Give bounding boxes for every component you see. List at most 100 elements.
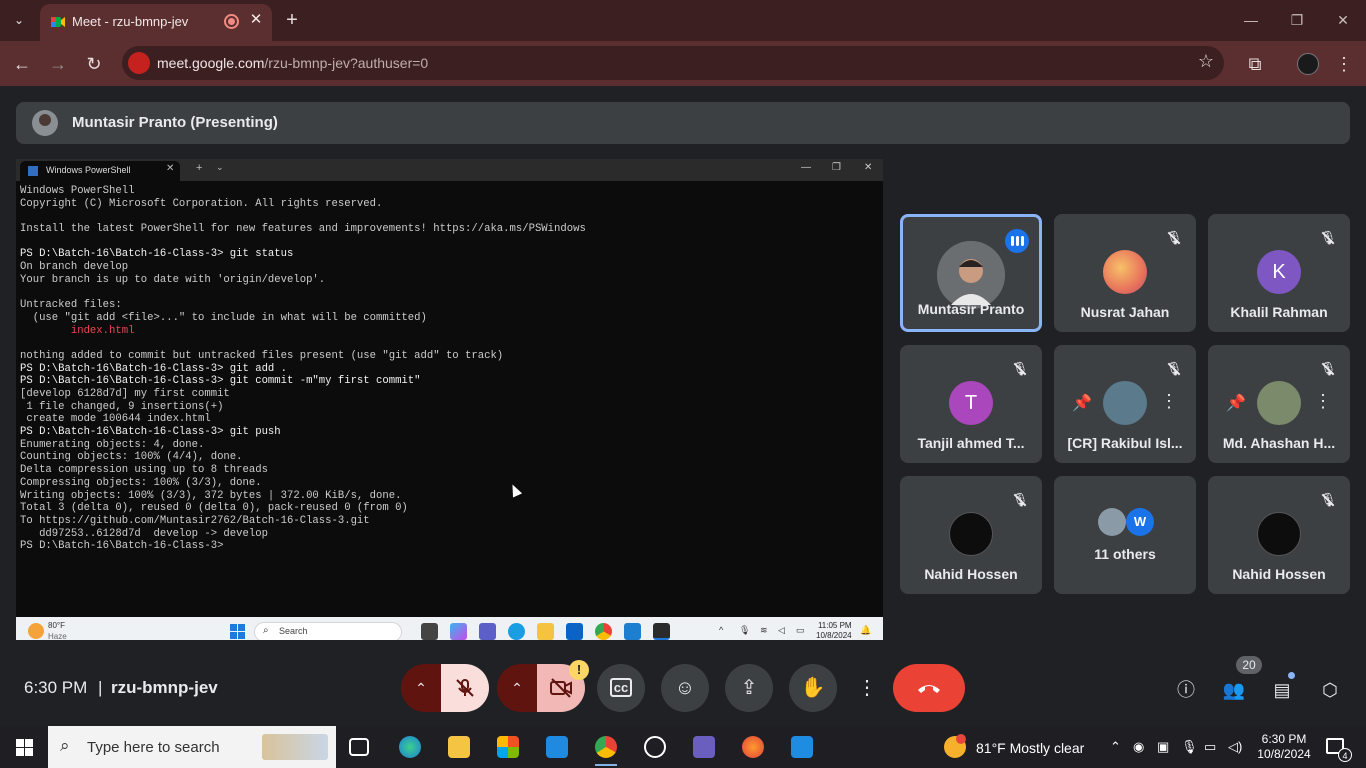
close-window-button[interactable]: ✕ bbox=[1328, 10, 1358, 30]
vscode-icon[interactable] bbox=[791, 736, 813, 758]
taskbar-search-box[interactable]: ⌕ Type here to search bbox=[48, 726, 336, 768]
people-icon[interactable]: 👥 bbox=[1222, 678, 1246, 702]
meeting-code: rzu-bmnp-jev bbox=[111, 678, 218, 697]
chat-icon[interactable]: ▤ bbox=[1270, 678, 1294, 702]
emoji-icon: ☺ bbox=[674, 677, 696, 699]
participant-tile[interactable]: 🎙 Nahid Hossen bbox=[1208, 476, 1350, 594]
restore-window-button[interactable]: ❐ bbox=[1282, 10, 1312, 30]
url-host: meet.google.com bbox=[157, 55, 265, 71]
person-photo-icon bbox=[937, 241, 1005, 309]
media-player-icon[interactable] bbox=[644, 736, 666, 758]
maximize-icon: ❐ bbox=[832, 162, 841, 173]
raise-hand-button[interactable]: ✋ bbox=[789, 664, 837, 712]
participant-name: Nahid Hossen bbox=[1232, 566, 1326, 582]
weather-text[interactable]: 81°F Mostly clear bbox=[976, 740, 1084, 756]
participant-name: Tanjil ahmed T... bbox=[917, 435, 1025, 451]
mail-icon[interactable] bbox=[546, 736, 568, 758]
browser-tab-meet[interactable]: Meet - rzu-bmnp-jev ✕ bbox=[40, 4, 272, 41]
minimize-window-button[interactable]: — bbox=[1236, 10, 1266, 30]
emoji-reaction-button[interactable]: ☺ bbox=[661, 664, 709, 712]
google-meet-icon bbox=[51, 17, 65, 27]
avatar: W bbox=[1126, 508, 1154, 536]
avatar bbox=[1257, 512, 1301, 556]
browser-menu-icon[interactable]: ⋮ bbox=[1332, 52, 1356, 76]
url-path: /rzu-bmnp-jev?authuser=0 bbox=[264, 55, 429, 71]
camera-icon[interactable]: ▣ bbox=[1157, 739, 1169, 755]
audio-options-button[interactable]: ⌃ bbox=[401, 664, 441, 712]
presented-time: 11:05 PM bbox=[817, 621, 852, 630]
terminal-line: On branch develop bbox=[20, 261, 129, 274]
present-icon: ⇪ bbox=[740, 677, 758, 699]
pin-icon[interactable]: 📌 bbox=[1226, 393, 1246, 413]
file-explorer-icon[interactable] bbox=[448, 736, 470, 758]
windows-start-icon[interactable] bbox=[16, 739, 33, 756]
participant-tile[interactable]: 🎙 T Tanjil ahmed T... bbox=[900, 345, 1042, 463]
tab-search-button[interactable]: ⌄ bbox=[6, 8, 32, 32]
activities-icon[interactable]: ⬡ bbox=[1318, 678, 1342, 702]
task-view-icon[interactable] bbox=[349, 738, 369, 756]
forward-arrow-icon[interactable]: → bbox=[46, 52, 70, 76]
mic-off-icon: 🎙 bbox=[1010, 359, 1030, 379]
network-icon[interactable]: ▭ bbox=[1204, 739, 1216, 755]
participant-tile[interactable]: 🎙 📌 ⋮ [CR] Rakibul Isl... bbox=[1054, 345, 1196, 463]
notification-count: 4 bbox=[1338, 748, 1352, 762]
more-options-button[interactable]: ⋮ bbox=[853, 664, 881, 712]
file-explorer-icon bbox=[537, 623, 554, 640]
video-options-button[interactable]: ⌃ bbox=[497, 664, 537, 712]
terminal-line: Your branch is up to date with 'origin/d… bbox=[20, 273, 326, 286]
address-bar[interactable]: meet.google.com/rzu-bmnp-jev?authuser=0 … bbox=[122, 46, 1224, 80]
participant-name: Muntasir Pranto bbox=[917, 301, 1025, 317]
present-screen-button[interactable]: ⇪ bbox=[725, 664, 773, 712]
speaking-indicator-icon bbox=[1005, 229, 1029, 253]
back-arrow-icon[interactable]: ← bbox=[10, 52, 34, 76]
meet-controls-bar: 6:30 PM | rzu-bmnp-jev ⌃ ⌃ ! cc ☺ ⇪ ✋ ⋮ … bbox=[0, 640, 1366, 726]
firefox-icon[interactable] bbox=[742, 736, 764, 758]
camera-off-icon bbox=[550, 678, 572, 698]
new-tab-button[interactable]: + bbox=[282, 8, 302, 32]
meeting-info-icon[interactable]: ⓘ bbox=[1174, 678, 1198, 702]
speaker-icon: ◁ bbox=[778, 625, 785, 635]
battery-icon: ▭ bbox=[796, 625, 805, 635]
edge-icon[interactable] bbox=[399, 736, 421, 758]
terminal-line: PS D:\Batch-16\Batch-16-Class-3> git add… bbox=[20, 362, 288, 375]
participant-tile[interactable]: 🎙 📌 ⋮ Md. Ahashan H... bbox=[1208, 345, 1350, 463]
mic-off-icon: 🎙 bbox=[1318, 359, 1338, 379]
mail-icon bbox=[566, 623, 583, 640]
microphone-in-use-icon[interactable] bbox=[128, 52, 150, 74]
terminal-line: Copyright (C) Microsoft Corporation. All… bbox=[20, 197, 383, 210]
microphone-icon[interactable]: 🎙 bbox=[1181, 739, 1198, 755]
terminal-line: [develop 6128d7d] my first commit bbox=[20, 388, 230, 400]
participant-tile[interactable]: 🎙 K Khalil Rahman bbox=[1208, 214, 1350, 332]
presented-temp: 80°F bbox=[48, 621, 65, 630]
visual-studio-icon[interactable] bbox=[693, 736, 715, 758]
chrome-icon[interactable] bbox=[595, 736, 617, 766]
profile-avatar[interactable] bbox=[1297, 53, 1319, 75]
powershell-tab: Windows PowerShell ✕ bbox=[20, 161, 180, 181]
more-options-icon[interactable]: ⋮ bbox=[1314, 391, 1332, 412]
participant-tile[interactable]: 🎙 Nahid Hossen bbox=[900, 476, 1042, 594]
record-icon[interactable]: ◉ bbox=[1133, 739, 1144, 755]
participant-tile[interactable]: Muntasir Pranto bbox=[900, 214, 1042, 332]
mic-off-icon: 🎙 bbox=[1318, 490, 1338, 510]
extensions-puzzle-icon[interactable]: ⧉ bbox=[1243, 52, 1267, 76]
taskbar-time: 6:30 PM bbox=[1261, 732, 1307, 746]
terminal-line: Counting objects: 100% (4/4), done. bbox=[20, 451, 243, 464]
bookmark-star-icon[interactable]: ☆ bbox=[1198, 51, 1214, 72]
chevron-up-icon[interactable]: ⌃ bbox=[1110, 739, 1121, 755]
participant-tile[interactable]: 🎙 Nusrat Jahan bbox=[1054, 214, 1196, 332]
close-tab-icon[interactable]: ✕ bbox=[246, 10, 266, 30]
reload-icon[interactable]: ↻ bbox=[82, 52, 106, 76]
microsoft-store-icon[interactable] bbox=[497, 736, 519, 758]
more-options-icon[interactable]: ⋮ bbox=[1160, 391, 1178, 412]
browser-toolbar: ← → ↻ meet.google.com/rzu-bmnp-jev?authu… bbox=[0, 41, 1366, 86]
terminal-line: To https://github.com/Muntasir2762/Batch… bbox=[20, 514, 370, 527]
mic-off-button[interactable] bbox=[441, 664, 489, 712]
taskbar-clock[interactable]: 6:30 PM 10/8/2024 bbox=[1252, 732, 1316, 762]
captions-button[interactable]: cc bbox=[597, 664, 645, 712]
others-tile[interactable]: W 11 others bbox=[1054, 476, 1196, 594]
pin-icon[interactable]: 📌 bbox=[1072, 393, 1092, 413]
microphone-icon: 🎙 bbox=[739, 625, 751, 635]
leave-call-button[interactable] bbox=[893, 664, 965, 712]
speaker-icon[interactable]: ◁) bbox=[1228, 739, 1242, 755]
